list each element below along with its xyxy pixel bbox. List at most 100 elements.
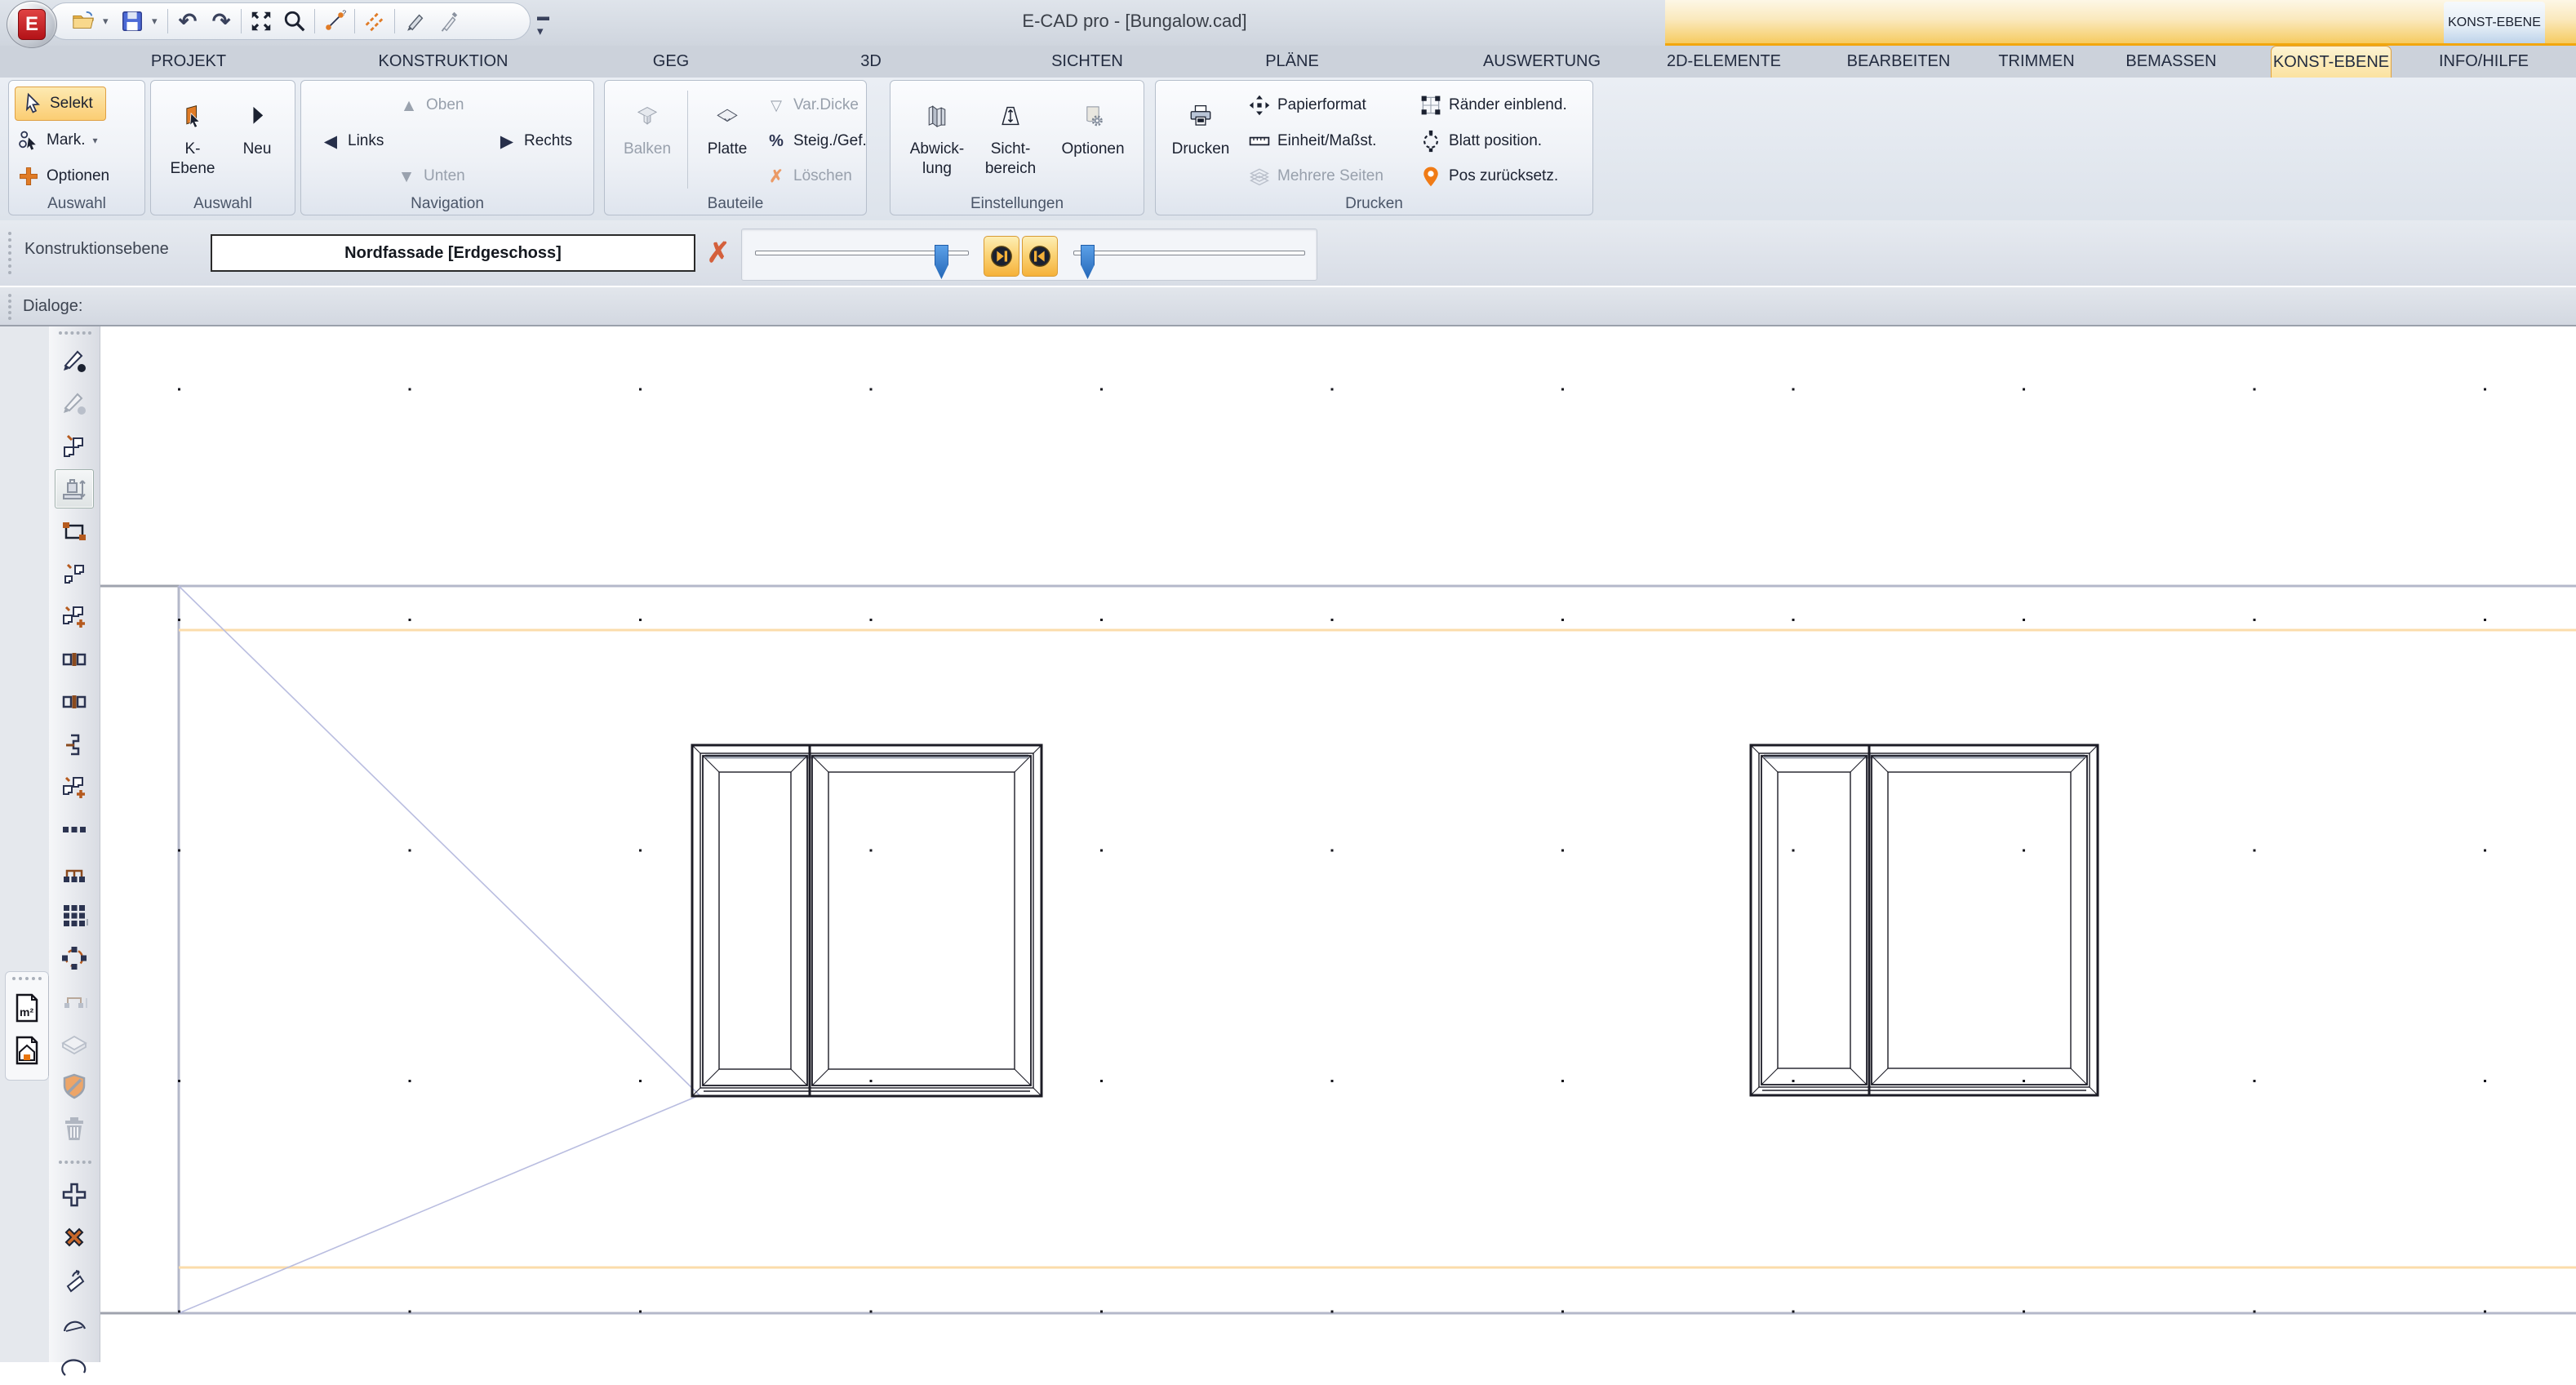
blatt-position-button[interactable]: Blatt position.	[1419, 127, 1542, 156]
move-cross-icon[interactable]	[55, 1175, 94, 1214]
customize-toolbar-icon[interactable]: ▬▾	[537, 10, 549, 38]
location-pin-icon	[1419, 164, 1443, 189]
point-grid-icon[interactable]	[55, 896, 94, 935]
tab-konstruktion[interactable]: KONSTRUKTION	[378, 46, 509, 78]
optionen-button-2[interactable]: Optionen	[1052, 87, 1134, 189]
loeschen-button[interactable]: ✗ Löschen	[765, 162, 852, 191]
joint-tool-2-icon[interactable]	[55, 682, 94, 721]
redo-icon[interactable]: ↷	[207, 7, 235, 35]
match-properties-small-icon[interactable]	[55, 555, 94, 594]
sidebar-section-handle[interactable]	[59, 1161, 91, 1164]
match-properties-icon[interactable]	[55, 427, 94, 466]
distribute-points-icon[interactable]	[55, 854, 94, 893]
delete-plane-button[interactable]: ✗	[702, 235, 735, 271]
profile-tool-icon[interactable]	[55, 726, 94, 765]
open-icon[interactable]	[69, 7, 97, 35]
skip-back-button[interactable]	[1022, 236, 1058, 277]
tab-pl-ne[interactable]: PLÄNE	[1255, 46, 1329, 78]
pen-icon[interactable]	[401, 7, 429, 35]
skip-forward-button[interactable]	[984, 236, 1019, 277]
nav-oben-button[interactable]: ▲ Oben	[398, 91, 464, 120]
toolbar-drag-handle[interactable]	[8, 232, 11, 274]
raender-button[interactable]: Ränder einblend.	[1419, 91, 1567, 120]
circular-array-icon[interactable]	[55, 939, 94, 978]
var-dicke-button[interactable]: ▽ Var.Dicke	[765, 91, 859, 120]
undo-icon[interactable]: ↶	[174, 7, 202, 35]
ribbon-group-drucken: Drucken Papierformat Einheit/Maßst. Mehr…	[1155, 80, 1593, 215]
sweep-tool-icon[interactable]	[55, 1260, 94, 1299]
neu-button[interactable]: Neu	[231, 87, 283, 189]
add-element-2-icon[interactable]	[55, 768, 94, 807]
distribute-points-2-icon[interactable]	[55, 982, 94, 1021]
measure-node-icon[interactable]: ?	[321, 7, 349, 35]
zoom-icon[interactable]	[281, 7, 309, 35]
save-dropdown-icon[interactable]: ▾	[152, 15, 162, 28]
joint-tool-icon[interactable]	[55, 640, 94, 679]
tab-3d[interactable]: 3D	[851, 46, 891, 78]
tool-sidebar	[49, 326, 100, 1362]
protect-tool-icon[interactable]	[55, 1067, 94, 1106]
tab-bearbeiten[interactable]: BEARBEITEN	[1841, 46, 1956, 78]
papierformat-button[interactable]: Papierformat	[1247, 91, 1366, 120]
app-menu-button[interactable]: E	[7, 1, 57, 48]
home-document-button[interactable]	[11, 1032, 43, 1068]
slider-thumb[interactable]	[1081, 245, 1095, 279]
k-ebene-button[interactable]: K- Ebene	[162, 87, 223, 189]
toolbar-drag-handle[interactable]	[8, 294, 11, 320]
probe-tool-icon[interactable]	[55, 341, 94, 380]
dropdown-caret-icon: ▾	[93, 135, 98, 146]
tab-auswertung[interactable]: AUSWERTUNG	[1481, 46, 1603, 78]
tab-sichten[interactable]: SICHTEN	[1042, 46, 1132, 78]
plane-slider-2[interactable]	[1073, 251, 1305, 257]
tab-2d-elemente[interactable]: 2D-ELEMENTE	[1659, 46, 1789, 78]
area-document-button[interactable]: m²	[11, 990, 43, 1026]
tab-konst-ebene[interactable]: KONST-EBENE	[2271, 46, 2392, 78]
angle-arc-icon[interactable]	[55, 1303, 94, 1343]
sidebar-drag-handle[interactable]	[59, 331, 91, 335]
konstruktionsebene-field[interactable]	[211, 234, 695, 272]
skip-back-icon	[1028, 244, 1052, 269]
drucken-button[interactable]: Drucken	[1164, 87, 1237, 189]
tab-bemassen[interactable]: BEMASSEN	[2122, 46, 2220, 78]
probe-tool-2-icon[interactable]	[55, 384, 94, 423]
skip-forward-icon	[989, 244, 1014, 269]
tab-info-hilfe[interactable]: INFO/HILFE	[2431, 46, 2537, 78]
plane-slider-panel	[741, 229, 1317, 281]
slider-track[interactable]	[1073, 251, 1305, 255]
open-dropdown-icon[interactable]: ▾	[103, 15, 113, 28]
selection-frame-icon[interactable]	[55, 512, 94, 551]
optionen-button[interactable]: Optionen	[16, 162, 109, 191]
tab-trimmen[interactable]: TRIMMEN	[1992, 46, 2081, 78]
tab-projekt[interactable]: PROJEKT	[144, 46, 233, 78]
einheit-button[interactable]: Einheit/Maßst.	[1247, 127, 1376, 156]
pipette-icon[interactable]	[434, 7, 462, 35]
selekt-button[interactable]: Selekt	[15, 87, 106, 121]
mehrere-seiten-button[interactable]: Mehrere Seiten	[1247, 162, 1383, 191]
tab-geg[interactable]: GEG	[642, 46, 700, 78]
abwicklung-button[interactable]: Abwick- lung	[900, 87, 974, 189]
mark-button[interactable]: Mark. ▾	[16, 126, 98, 155]
balken-button[interactable]: Balken	[615, 87, 680, 189]
pos-reset-button[interactable]: Pos zurücksetz.	[1419, 162, 1558, 191]
contextual-tab-header[interactable]: KONST-EBENE	[2444, 2, 2545, 43]
panel-drag-handle[interactable]	[12, 977, 42, 980]
slab-tool-icon[interactable]	[55, 1024, 94, 1063]
nav-unten-button[interactable]: ▼ Unten	[395, 162, 465, 191]
save-icon[interactable]	[118, 7, 146, 35]
svg-text:?: ?	[342, 9, 346, 17]
parallel-copy-icon[interactable]	[361, 7, 389, 35]
platte-button[interactable]: Platte	[695, 87, 760, 189]
slider-thumb[interactable]	[935, 245, 948, 279]
steigung-button[interactable]: % Steig./Gef.	[765, 127, 867, 156]
fit-view-icon[interactable]	[247, 7, 275, 35]
delete-x-icon[interactable]	[55, 1218, 94, 1257]
arc-tool-icon[interactable]	[55, 1346, 94, 1385]
level-adjust-icon[interactable]	[55, 469, 94, 508]
plane-slider-1[interactable]	[755, 251, 969, 257]
add-element-icon[interactable]	[55, 597, 94, 637]
delete-tool-icon[interactable]	[55, 1109, 94, 1148]
nav-links-button[interactable]: ◀ Links	[319, 127, 384, 156]
point-row-icon[interactable]	[55, 810, 94, 850]
sichtbereich-button[interactable]: Sicht- bereich	[975, 87, 1046, 189]
nav-rechts-button[interactable]: ▶ Rechts	[495, 127, 572, 156]
